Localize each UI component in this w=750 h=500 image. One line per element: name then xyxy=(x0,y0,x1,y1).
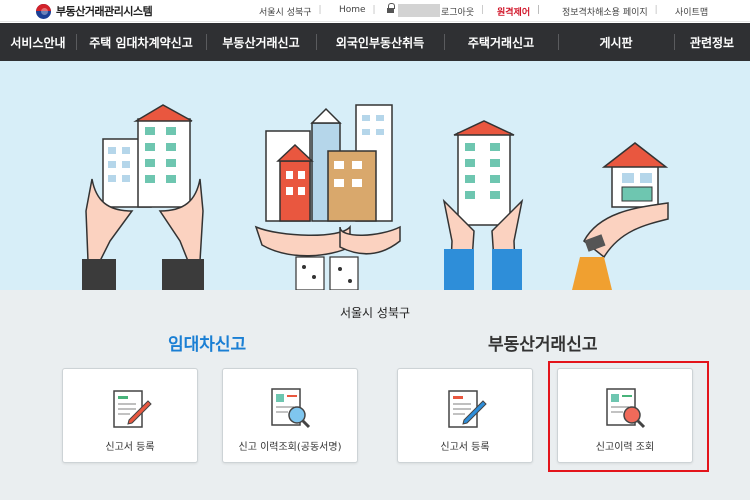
remote-control-link[interactable]: 원격제어 xyxy=(497,5,540,18)
sitemap-link[interactable]: 사이트맵 xyxy=(675,5,708,18)
region-heading: 서울시 성북구 xyxy=(339,306,411,320)
lease-register-card[interactable]: 신고서 등록 xyxy=(62,368,198,463)
card-label: 신고서 등록 xyxy=(440,442,490,453)
nav-service-info[interactable]: 서비스안내 xyxy=(0,23,76,61)
hands-holding-apartment-illustration xyxy=(442,120,524,290)
site-title: 부동산거래관리시스템 xyxy=(56,5,153,18)
nav-foreigner-acquisition[interactable]: 외국인부동산취득 xyxy=(316,23,444,61)
lease-history-card[interactable]: 신고 이력조회(공동서명) xyxy=(222,368,358,463)
lease-report-section-title: 임대차신고 xyxy=(168,335,247,355)
hands-holding-houses-illustration xyxy=(82,104,204,290)
nav-related-info[interactable]: 관련정보 xyxy=(674,23,750,61)
real-estate-report-section-title: 부동산거래신고 xyxy=(488,335,598,355)
selection-highlight-box xyxy=(548,361,709,472)
nav-board[interactable]: 게시판 xyxy=(558,23,674,61)
hands-holding-city-illustration xyxy=(254,104,401,290)
hero-illustration xyxy=(82,104,669,290)
nav-lease-report[interactable]: 주택 임대차계약신고 xyxy=(76,23,206,61)
home-link[interactable]: Home xyxy=(339,5,375,15)
masked-username xyxy=(398,4,440,17)
document-pen-icon xyxy=(448,390,487,428)
nav-housing-report[interactable]: 주택거래신고 xyxy=(444,23,558,61)
trade-register-card[interactable]: 신고서 등록 xyxy=(397,368,533,463)
hand-holding-house-illustration xyxy=(572,142,669,290)
card-label: 신고서 등록 xyxy=(105,442,155,453)
logout-link[interactable]: 로그아웃 xyxy=(441,5,484,18)
lock-icon xyxy=(387,3,395,13)
nav-real-estate-report[interactable]: 부동산거래신고 xyxy=(206,23,316,61)
main-nav: 서비스안내 주택 임대차계약신고 부동산거래신고 외국인부동산취득 주택거래신고… xyxy=(0,23,750,61)
accessibility-page-link[interactable]: 정보격차해소용 페이지 xyxy=(562,5,657,18)
card-label: 신고 이력조회(공동서명) xyxy=(238,442,342,453)
document-search-icon xyxy=(271,388,311,429)
taegeuk-logo-icon xyxy=(36,3,51,19)
utility-bar: 부동산거래관리시스템 서울시 성북구 Home 로그아웃 원격제어 정보격차해소… xyxy=(0,0,750,22)
site-logo[interactable]: 부동산거래관리시스템 xyxy=(36,3,153,19)
hero-banner xyxy=(0,61,750,290)
document-pen-icon xyxy=(113,390,152,428)
region-link[interactable]: 서울시 성북구 xyxy=(259,5,321,18)
